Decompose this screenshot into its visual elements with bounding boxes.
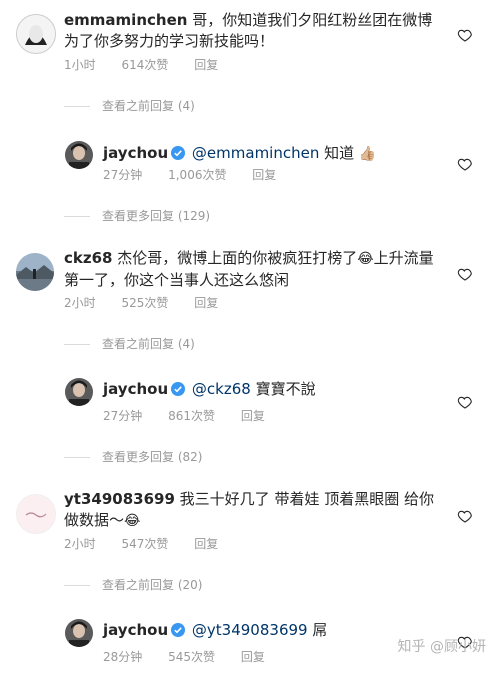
reply-username[interactable]: jaychou [103, 144, 168, 162]
reply-text: 知道 [319, 144, 359, 162]
divider [64, 344, 90, 345]
avatar-image [65, 141, 93, 169]
like-heart-icon[interactable] [457, 508, 473, 524]
reply-likes[interactable]: 1,006次赞 [168, 168, 226, 182]
avatar-image [65, 378, 93, 406]
laughing-emoji-icon: 😂 [124, 513, 141, 529]
comment-time: 1小时 [64, 58, 96, 72]
comment-body: ckz68 杰伦哥，微博上面的你被疯狂打榜了😂上升流量第一了，你这个当事人还这么… [64, 248, 444, 291]
reply-text: 寶寶不說 [250, 380, 316, 398]
reply-body: jaychou @yt349083699 屌 [103, 620, 443, 641]
reply-button[interactable]: 回复 [241, 650, 265, 664]
comment-likes[interactable]: 547次赞 [121, 537, 168, 551]
avatar[interactable] [65, 619, 93, 647]
view-previous-replies[interactable]: 查看之前回复 (4) [64, 98, 195, 114]
avatar[interactable] [65, 378, 93, 406]
avatar-image [16, 253, 54, 291]
reply-button[interactable]: 回复 [194, 58, 218, 72]
divider [64, 457, 90, 458]
comment-meta: 1小时 614次赞 回复 [64, 57, 240, 73]
like-heart-icon[interactable] [457, 394, 473, 410]
reply-mention[interactable]: @ckz68 [192, 380, 251, 398]
avatar[interactable] [65, 141, 93, 169]
comment-likes[interactable]: 614次赞 [121, 58, 168, 72]
reply-likes[interactable]: 545次赞 [168, 650, 215, 664]
reply-likes[interactable]: 861次赞 [168, 409, 215, 423]
reply-time: 28分钟 [103, 650, 143, 664]
comment-likes[interactable]: 525次赞 [121, 296, 168, 310]
reply-mention[interactable]: @yt349083699 [192, 621, 308, 639]
comment-meta: 2小时 525次赞 回复 [64, 295, 240, 311]
comment-text: 杰伦哥，微博上面的你被疯狂打榜了 [117, 249, 358, 267]
like-heart-icon[interactable] [457, 27, 473, 43]
verified-badge-icon [171, 623, 186, 637]
avatar-image [17, 495, 55, 533]
view-previous-replies[interactable]: 查看之前回复 (20) [64, 577, 202, 593]
reply-text: 屌 [307, 621, 328, 639]
like-heart-icon[interactable] [457, 266, 473, 282]
view-more-replies[interactable]: 查看更多回复 (82) [64, 449, 202, 465]
reply-time: 27分钟 [103, 409, 143, 423]
reply-button[interactable]: 回复 [194, 537, 218, 551]
divider [64, 216, 90, 217]
reply-meta: 27分钟 1,006次赞 回复 [103, 167, 298, 183]
like-heart-icon[interactable] [457, 156, 473, 172]
comment-time: 2小时 [64, 537, 96, 551]
reply-username[interactable]: jaychou [103, 380, 168, 398]
reply-meta: 27分钟 861次赞 回复 [103, 408, 287, 424]
reply-button[interactable]: 回复 [241, 409, 265, 423]
reply-body: jaychou @emmaminchen 知道 👍🏼 [103, 143, 443, 165]
reply-button[interactable]: 回复 [194, 296, 218, 310]
reply-meta: 28分钟 545次赞 回复 [103, 649, 287, 665]
watermark: 知乎 @顾小妍 [397, 639, 486, 655]
view-more-replies[interactable]: 查看更多回复 (129) [64, 208, 210, 224]
reply-body: jaychou @ckz68 寶寶不說 [103, 379, 443, 400]
comment-username[interactable]: ckz68 [64, 249, 112, 267]
comment-body: emmaminchen 哥，你知道我们夕阳红粉丝团在微博为了你多努力的学习新技能… [64, 10, 444, 52]
verified-badge-icon [171, 382, 186, 396]
reply-button[interactable]: 回复 [252, 168, 276, 182]
divider [64, 106, 90, 107]
view-previous-replies[interactable]: 查看之前回复 (4) [64, 336, 195, 352]
thumbs-up-icon: 👍🏼 [358, 146, 377, 162]
reply-username[interactable]: jaychou [103, 621, 168, 639]
avatar[interactable] [16, 494, 56, 534]
verified-badge-icon [171, 146, 186, 160]
comment-body: yt349083699 我三十好几了 带着娃 顶着黑眼圈 给你做数据～😂 [64, 489, 444, 532]
comment-time: 2小时 [64, 296, 96, 310]
avatar[interactable] [16, 14, 56, 54]
laughing-emoji-icon: 😂 [357, 251, 374, 267]
reply-time: 27分钟 [103, 168, 143, 182]
avatar[interactable] [16, 253, 54, 291]
reply-mention[interactable]: @emmaminchen [192, 144, 319, 162]
avatar-image [17, 15, 55, 53]
divider [64, 585, 90, 586]
comment-username[interactable]: emmaminchen [64, 11, 187, 29]
comment-username[interactable]: yt349083699 [64, 490, 175, 508]
comment-meta: 2小时 547次赞 回复 [64, 536, 240, 552]
avatar-image [65, 619, 93, 647]
